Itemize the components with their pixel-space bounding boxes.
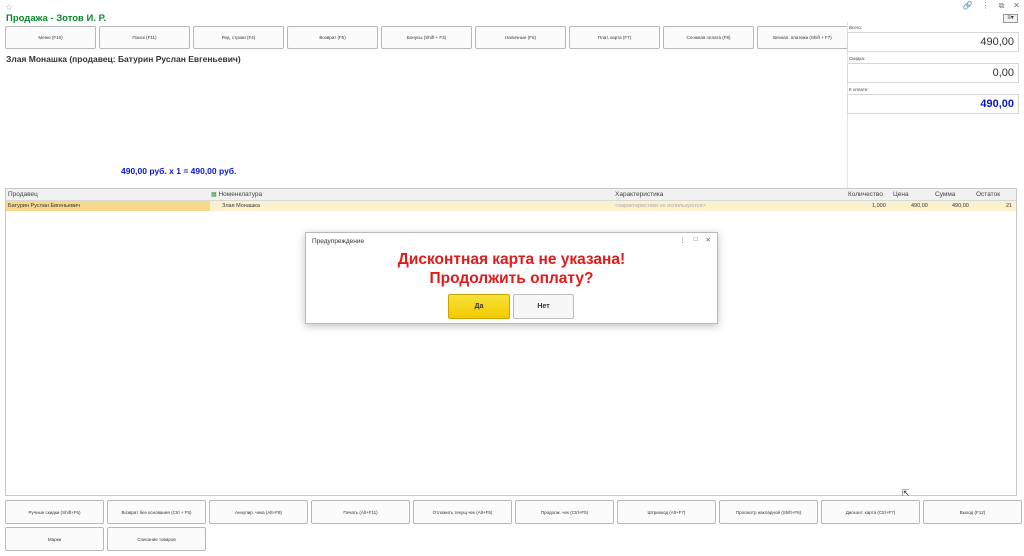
exit-button[interactable]: Выход (F12) [923,500,1022,524]
link-icon[interactable]: 🔗 [963,1,973,11]
manual-discounts-button[interactable]: Ручные скидки (Shift+F6) [5,500,104,524]
no-button[interactable]: Нет [513,294,574,319]
print-button[interactable]: Печать (Alt+F11) [311,500,410,524]
cell-sum[interactable]: 490,00 [952,201,969,211]
column-header-sum[interactable]: Сумма [935,189,955,200]
dialog-message-line1: Дисконтная карта не указана! [397,251,626,268]
dialog-title: Предупреждение [312,238,365,245]
dialog-message-line2: Продолжить оплату? [429,270,594,287]
to-pay-field: 490,00 [847,94,1019,114]
cell-stock[interactable]: 21 [1006,201,1012,211]
dialog-close-icon[interactable]: ✕ [706,236,711,244]
price-calculation-line: 490,00 руб. х 1 = 490,00 руб. [121,166,237,176]
to-pay-label: К оплате: [849,87,869,92]
top-toolbar: Меню (F10) Поиск (F11) Ред. строки (F4) … [5,26,848,49]
dialog-controls: ⋮ □ ✕ [679,236,711,244]
table-header: Продавец ▦ Номенклатура Характеристика К… [6,189,1016,201]
menu-button[interactable]: Меню (F10) [5,26,96,49]
column-header-quantity[interactable]: Количество [848,189,883,200]
dialog-more-icon[interactable]: ⋮ [679,236,686,244]
complex-payment-button[interactable]: Сложная оплата (F8) [663,26,754,49]
favorite-star-icon[interactable]: ☆ [5,2,13,13]
warning-dialog: Предупреждение ⋮ □ ✕ Дисконтная карта не… [305,232,718,324]
return-button[interactable]: Возврат (F5) [287,26,378,49]
postpone-receipt-button[interactable]: Отложить текущ.чек (Alt+F5) [413,500,512,524]
barcode-button[interactable]: Штрихкод (Alt+F7) [617,500,716,524]
cancel-receipt-button[interactable]: Аннулир. чека (Alt+F8) [209,500,308,524]
column-header-item-label: Номенклатура [218,191,263,198]
totals-panel: Всего: 490,00 Скидка: 0,00 К оплате: 490… [847,24,1019,114]
bonuses-button[interactable]: Бонусы (Shift + F3) [381,26,472,49]
marks-button[interactable]: Марки [5,527,104,551]
edit-row-button[interactable]: Ред. строки (F4) [193,26,284,49]
discount-card-button[interactable]: Дисконт. карта (Ctrl+F7) [821,500,920,524]
cell-quantity[interactable]: 1,000 [872,201,886,211]
current-product-line: Злая Монашка (продавец: Батурин Руслан Е… [6,54,241,64]
cell-price[interactable]: 490,00 [911,201,928,211]
grid-icon: ▦ [211,192,217,198]
card-payment-button[interactable]: Плат. карта (F7) [569,26,660,49]
dialog-maximize-icon[interactable]: □ [694,236,698,244]
window-controls: 🔗 ⋮ ⧉ ✕ [963,1,1020,11]
cell-item[interactable]: Злая Монашка [222,201,260,211]
column-header-seller[interactable]: Продавец [8,189,38,200]
total-label: Всего: [849,25,863,30]
close-icon[interactable]: ✕ [1013,1,1020,11]
restore-icon[interactable]: ⧉ [999,1,1005,11]
column-header-characteristic[interactable]: Характеристика [615,189,663,200]
search-button[interactable]: Поиск (F11) [99,26,190,49]
return-without-basis-button[interactable]: Возврат без основания (Ctrl + F5) [107,500,206,524]
yes-button[interactable]: Да [448,294,510,319]
write-off-button[interactable]: Списание товаров [107,527,206,551]
bottom-toolbar-row1: Ручные скидки (Shift+F6) Возврат без осн… [5,500,1022,524]
table-row[interactable]: Батурин Руслан Евгеньевич Злая Монашка <… [6,201,1016,211]
view-invoice-button[interactable]: Просмотр накладной (Shift+F6) [719,500,818,524]
mouse-cursor-icon: ⇱ [902,488,910,498]
bottom-toolbar-row2: Марки Списание товаров [5,527,206,551]
total-field: 490,00 [847,32,1019,52]
cell-seller[interactable]: Батурин Руслан Евгеньевич [6,201,210,211]
more-icon[interactable]: ⋮ [982,1,990,11]
column-header-price[interactable]: Цена [893,189,909,200]
continue-receipt-button[interactable]: Продолж. чек (Ctrl+F5) [515,500,614,524]
cell-characteristic[interactable]: <характеристики не используются> [615,201,706,211]
cashless-payments-button[interactable]: Безнал. платежи (Shift + F7) [757,26,848,49]
cash-button[interactable]: Наличные (F6) [475,26,566,49]
discount-label: Скидка: [849,56,866,61]
column-header-item[interactable]: ▦ Номенклатура [211,189,262,200]
discount-field: 0,00 [847,63,1019,83]
form-menu-icon[interactable]: ≡▾ [1003,14,1018,23]
column-header-stock[interactable]: Остаток [976,189,1000,200]
window-title: Продажа - Зотов И. Р. [6,13,107,24]
